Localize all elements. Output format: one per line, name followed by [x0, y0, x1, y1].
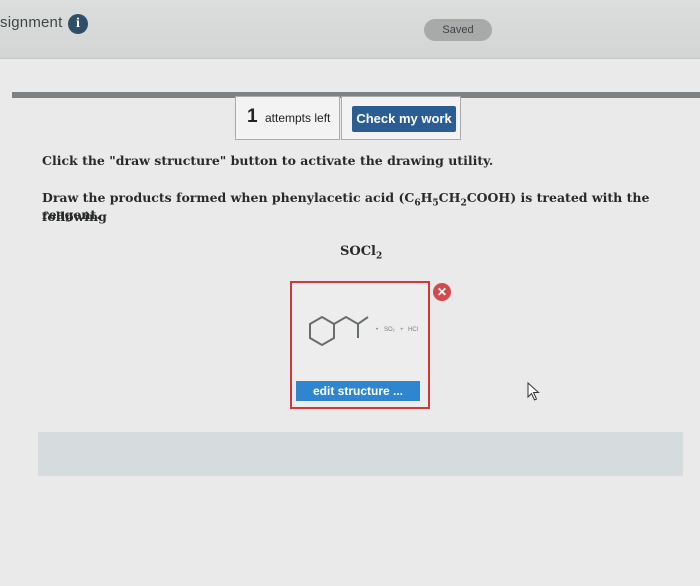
- edit-structure-button[interactable]: edit structure ...: [296, 381, 420, 401]
- top-bar: signment i Saved: [0, 0, 700, 59]
- close-icon[interactable]: ✕: [433, 283, 451, 301]
- instruction-text: Click the "draw structure" button to act…: [42, 153, 494, 168]
- attempts-count: 1: [247, 106, 258, 127]
- assignment-title: signment: [0, 14, 63, 31]
- attempts-counter: 1 attempts left: [235, 96, 340, 140]
- saved-status-badge: Saved: [424, 19, 492, 41]
- attempts-label: attempts left: [265, 111, 331, 125]
- question-text-cont: reagent.: [42, 207, 101, 222]
- molecule-drawing: • SO₂ + HCl: [309, 315, 418, 347]
- check-work-container: Check my work: [341, 96, 461, 140]
- check-my-work-button[interactable]: Check my work: [352, 106, 456, 132]
- plus-sign: +: [400, 327, 404, 333]
- svg-text:•: •: [376, 327, 378, 333]
- answer-area: [38, 432, 683, 476]
- byproduct-hcl: HCl: [408, 327, 418, 333]
- byproduct-so2: SO₂: [384, 327, 396, 333]
- info-icon[interactable]: i: [68, 14, 88, 34]
- reagent-formula: SOCl2: [340, 244, 383, 262]
- mouse-cursor-icon: [527, 382, 540, 401]
- question-text: Draw the products formed when phenylacet…: [42, 190, 650, 224]
